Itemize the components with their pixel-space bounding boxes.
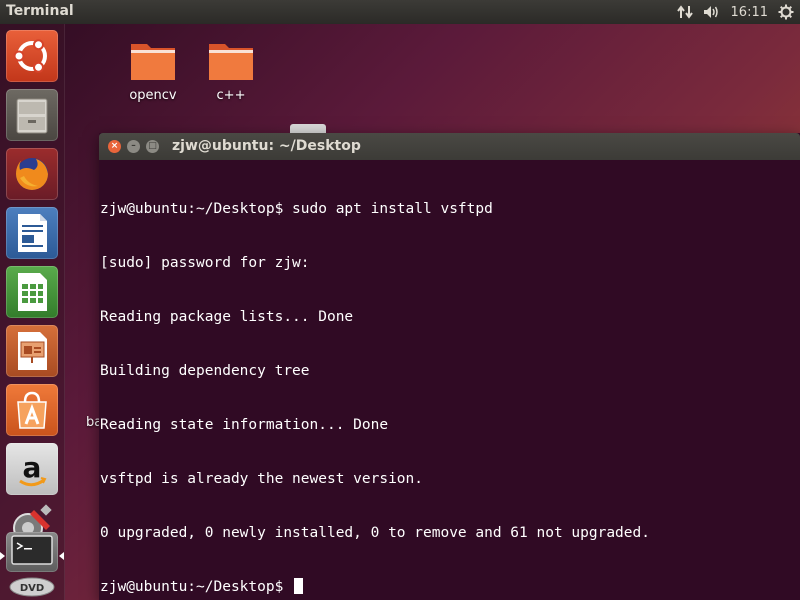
launcher: a DVD [0,24,65,600]
svg-text:a: a [23,451,42,484]
volume-icon[interactable] [703,4,721,20]
terminal-line: Building dependency tree [100,363,310,379]
firefox-button[interactable] [6,148,58,200]
active-app-title: Terminal [6,3,74,19]
libreoffice-calc-button[interactable] [6,266,58,318]
libreoffice-writer-button[interactable] [6,207,58,259]
dvd-button[interactable]: DVD [6,574,58,600]
terminal-line: 0 upgraded, 0 newly installed, 0 to remo… [100,525,650,541]
terminal-line: [sudo] password for zjw: [100,255,310,271]
software-center-button[interactable] [6,384,58,436]
terminal-window[interactable]: × – □ zjw@ubuntu: ~/Desktop zjw@ubuntu:~… [99,133,800,600]
folder-icon [209,44,253,80]
terminal-output[interactable]: zjw@ubuntu:~/Desktop$ sudo apt install v… [100,164,800,600]
maximize-window-button[interactable]: □ [146,140,159,153]
desktop-folder-cpp[interactable]: c++ [196,38,266,103]
minimize-icon: – [131,141,136,151]
terminal-line: zjw@ubuntu:~/Desktop$ sudo apt install v… [100,201,493,217]
libreoffice-impress-button[interactable] [6,325,58,377]
firefox-icon [16,158,48,190]
top-panel: Terminal 16:11 [0,0,800,24]
running-indicator [0,552,5,560]
terminal-titlebar[interactable]: × – □ zjw@ubuntu: ~/Desktop [99,133,800,160]
files-button[interactable] [6,89,58,141]
minimize-window-button[interactable]: – [127,140,140,153]
settings-gear-icon[interactable] [778,4,794,20]
system-tray: 16:11 [676,0,794,24]
desktop-screen: Terminal 16:11 a DVD opencv c++ ba × – □… [0,0,800,600]
close-icon: × [110,141,119,151]
libreoffice-calc-icon [18,273,47,311]
terminal-line: vsftpd is already the newest version. [100,471,424,487]
close-window-button[interactable]: × [108,140,121,153]
libreoffice-impress-icon [18,332,47,370]
terminal-button[interactable] [6,532,58,572]
folder-icon [131,44,175,80]
terminal-title: zjw@ubuntu: ~/Desktop [172,138,361,154]
libreoffice-writer-icon [18,214,47,252]
desktop-folder-label: c++ [216,88,246,103]
text-cursor [294,578,304,594]
files-icon [16,98,48,134]
dvd-icon: DVD [9,577,55,597]
terminal-prompt-line[interactable]: zjw@ubuntu:~/Desktop$ [100,578,800,596]
network-icon[interactable] [676,4,693,20]
terminal-line: Reading state information... Done [100,417,389,433]
terminal-icon [11,535,53,565]
amazon-button[interactable]: a [6,443,58,495]
ubuntu-dash-button[interactable] [6,30,58,82]
software-center-icon [17,391,47,429]
maximize-icon: □ [148,141,157,151]
desktop-folder-opencv[interactable]: opencv [118,38,188,103]
terminal-line: Reading package lists... Done [100,309,354,325]
focused-indicator [59,552,64,560]
desktop-folder-label: opencv [129,88,177,103]
svg-text:DVD: DVD [20,583,44,594]
amazon-icon: a [19,451,47,487]
ubuntu-dash-icon [13,39,47,73]
clock[interactable]: 16:11 [731,5,768,20]
terminal-prompt: zjw@ubuntu:~/Desktop$ [100,579,293,595]
